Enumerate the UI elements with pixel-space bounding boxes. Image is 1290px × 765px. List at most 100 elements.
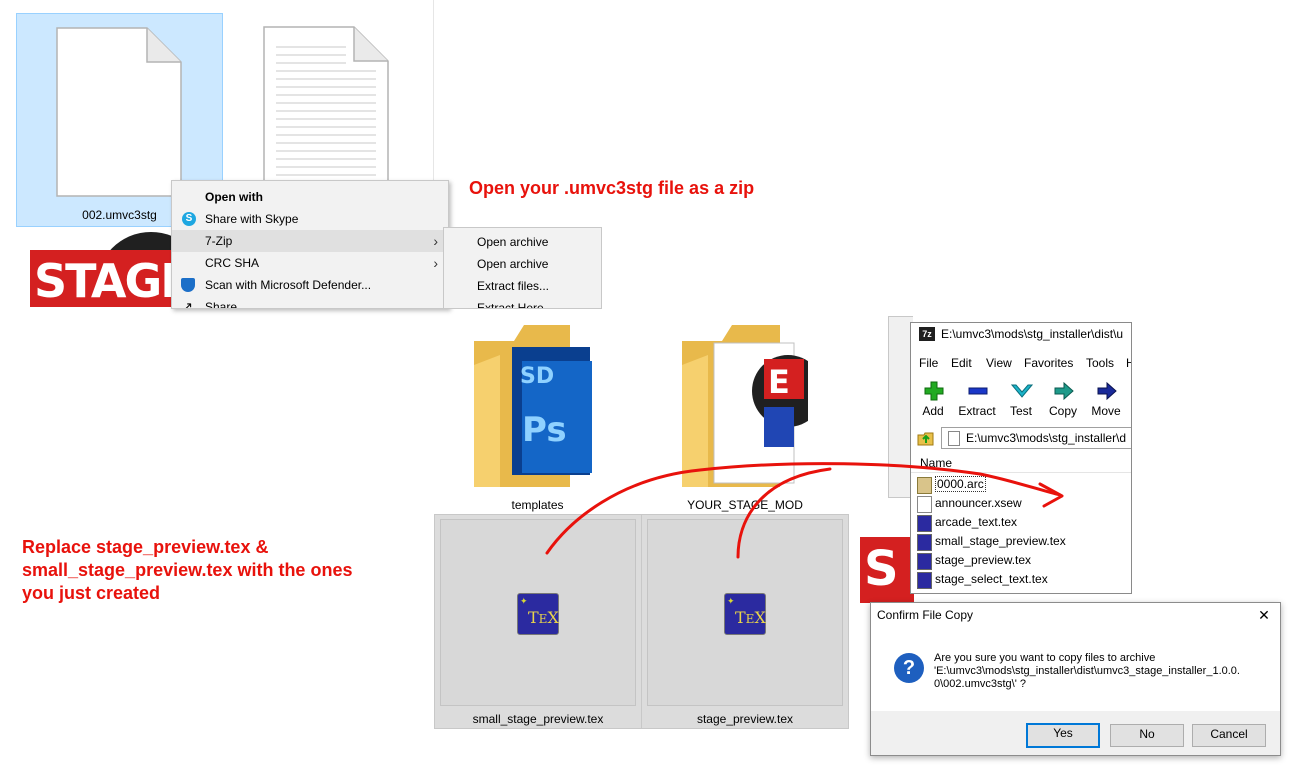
tool-label: Extract bbox=[958, 404, 996, 418]
instruction-replace-files: Replace stage_preview.tex & small_stage_… bbox=[22, 536, 352, 605]
menu-item-share-skype[interactable]: S Share with Skype bbox=[172, 208, 448, 230]
header-divider bbox=[911, 472, 1131, 473]
list-item[interactable]: stage_preview.tex bbox=[917, 551, 1031, 570]
tex-tile-small-stage-preview[interactable]: ✦ TEX small_stage_preview.tex bbox=[434, 514, 642, 729]
list-item[interactable]: small_stage_preview.tex bbox=[917, 532, 1066, 551]
sevenzip-submenu: Open archive Open archive Extract files.… bbox=[443, 227, 602, 309]
menu-item-7zip[interactable]: 7-Zip › bbox=[172, 230, 448, 252]
svg-text:Ps: Ps bbox=[522, 410, 567, 450]
dialog-title: Confirm File Copy bbox=[877, 608, 974, 622]
tex-file-icon bbox=[917, 515, 932, 532]
share-icon: ↗ bbox=[182, 299, 193, 309]
list-item[interactable]: stage_select_text.tex bbox=[917, 570, 1048, 589]
file-name: stage_preview.tex bbox=[935, 553, 1032, 567]
menu-item-scan-defender[interactable]: Scan with Microsoft Defender... bbox=[172, 274, 448, 296]
stage-logo-thumbnail: STAGE bbox=[16, 232, 176, 307]
svg-text:SD: SD bbox=[520, 364, 554, 389]
folder-your-stage-mod[interactable]: E YOUR_STAGE_MOD bbox=[660, 316, 830, 512]
address-bar[interactable]: E:\umvc3\mods\stg_installer\d bbox=[941, 427, 1131, 449]
file-name: 0000.arc bbox=[935, 476, 986, 492]
dialog-message: Are you sure you want to copy files to a… bbox=[934, 652, 1240, 691]
submenu-item-open-archive[interactable]: Open archive bbox=[444, 231, 601, 253]
submenu-item-open-archive-2[interactable]: Open archive bbox=[444, 253, 601, 275]
document-icon bbox=[948, 431, 960, 446]
tool-label: Copy bbox=[1048, 404, 1077, 418]
up-folder-icon[interactable] bbox=[917, 429, 935, 447]
menu-tools[interactable]: Tools bbox=[1086, 356, 1114, 370]
tex-file-icon: ✦ TEX bbox=[724, 593, 766, 635]
tool-label: Add bbox=[922, 404, 944, 418]
stage-logo-fragment: S bbox=[860, 537, 914, 603]
file-name: arcade_text.tex bbox=[935, 515, 1018, 529]
blank-file-icon bbox=[917, 496, 932, 513]
window-title-bar: 7z E:\umvc3\mods\stg_installer\dist\u bbox=[911, 323, 1131, 345]
button-label: Cancel bbox=[1210, 727, 1248, 741]
menu-item-label: Share bbox=[205, 300, 238, 309]
submenu-item-extract-here[interactable]: Extract Here bbox=[444, 297, 601, 308]
plus-icon bbox=[924, 381, 944, 401]
list-item[interactable]: 0000.arc bbox=[917, 475, 986, 494]
instruction-line: Replace stage_preview.tex & bbox=[22, 537, 269, 557]
sevenzip-window: 7z E:\umvc3\mods\stg_installer\dist\u Fi… bbox=[910, 322, 1132, 594]
tool-label: Move bbox=[1091, 404, 1121, 418]
instruction-line: you just created bbox=[22, 583, 161, 603]
extract-button[interactable]: Extract bbox=[955, 379, 999, 421]
no-button[interactable]: No bbox=[1110, 724, 1184, 747]
menu-bar: File Edit View Favorites Tools H bbox=[911, 356, 1131, 374]
tool-label: Test bbox=[1009, 404, 1032, 418]
folder-icon: E bbox=[682, 325, 808, 487]
message-line: 'E:\umvc3\mods\stg_installer\dist\umvc3_… bbox=[934, 665, 1240, 677]
svg-text:E: E bbox=[768, 363, 790, 401]
menu-help[interactable]: H bbox=[1126, 356, 1131, 370]
folder-label: YOUR_STAGE_MOD bbox=[687, 498, 803, 512]
window-title: E:\umvc3\mods\stg_installer\dist\u bbox=[941, 327, 1124, 341]
defender-shield-icon bbox=[181, 278, 195, 292]
list-item[interactable]: arcade_text.tex bbox=[917, 513, 1017, 532]
instruction-line: small_stage_preview.tex with the ones bbox=[22, 560, 353, 580]
instruction-open-as-zip: Open your .umvc3stg file as a zip bbox=[469, 178, 755, 198]
tex-tile-stage-preview[interactable]: ✦ TEX stage_preview.tex bbox=[641, 514, 849, 729]
list-item[interactable]: announcer.xsew bbox=[917, 494, 1022, 513]
menu-item-label: CRC SHA bbox=[205, 256, 260, 270]
toolbar: Add Extract Test Copy Move bbox=[911, 379, 1131, 421]
tex-file-label: stage_preview.tex bbox=[696, 712, 794, 726]
tex-file-label: small_stage_preview.tex bbox=[472, 712, 604, 726]
folder-templates[interactable]: SD Ps templates bbox=[455, 316, 620, 512]
menu-item-label: Share with Skype bbox=[205, 212, 299, 226]
button-label: Yes bbox=[1053, 726, 1073, 740]
folder-label: templates bbox=[511, 498, 564, 512]
menu-item-crc-sha[interactable]: CRC SHA › bbox=[172, 252, 448, 274]
yes-button[interactable]: Yes bbox=[1026, 723, 1100, 748]
tex-file-icon bbox=[917, 553, 932, 570]
menu-file[interactable]: File bbox=[919, 356, 938, 370]
file-name: stage_select_text.tex bbox=[935, 572, 1048, 586]
confirm-file-copy-dialog: Confirm File Copy ✕ ? Are you sure you w… bbox=[870, 602, 1281, 756]
file-name: announcer.xsew bbox=[935, 496, 1022, 510]
folder-icon: SD Ps bbox=[474, 325, 592, 487]
tex-file-icon: ✦ TEX bbox=[517, 593, 559, 635]
menu-view[interactable]: View bbox=[986, 356, 1012, 370]
skype-icon: S bbox=[182, 212, 196, 226]
menu-item-label: Scan with Microsoft Defender... bbox=[205, 278, 372, 292]
stage-logo-text: STAGE bbox=[34, 254, 176, 307]
menu-item-label: Open with bbox=[205, 190, 263, 204]
test-button[interactable]: Test bbox=[999, 379, 1043, 421]
menu-edit[interactable]: Edit bbox=[951, 356, 972, 370]
move-button[interactable]: Move bbox=[1084, 379, 1128, 421]
chevron-right-icon: › bbox=[433, 233, 438, 249]
menu-favorites[interactable]: Favorites bbox=[1024, 356, 1073, 370]
copy-button[interactable]: Copy bbox=[1041, 379, 1085, 421]
move-arrow-icon bbox=[1097, 381, 1117, 401]
add-button[interactable]: Add bbox=[911, 379, 955, 421]
blank-document-icon bbox=[56, 27, 182, 197]
arc-file-icon bbox=[917, 477, 932, 494]
column-header-name[interactable]: Name bbox=[920, 456, 952, 470]
menu-item-label: 7-Zip bbox=[205, 234, 233, 248]
menu-item-share[interactable]: ↗ Share bbox=[172, 296, 448, 309]
file-name: small_stage_preview.tex bbox=[935, 534, 1066, 548]
close-icon[interactable]: ✕ bbox=[1255, 606, 1273, 624]
submenu-item-extract-files[interactable]: Extract files... bbox=[444, 275, 601, 297]
button-label: No bbox=[1139, 727, 1155, 741]
menu-item-open-with[interactable]: Open with bbox=[172, 186, 448, 208]
cancel-button[interactable]: Cancel bbox=[1192, 724, 1266, 747]
